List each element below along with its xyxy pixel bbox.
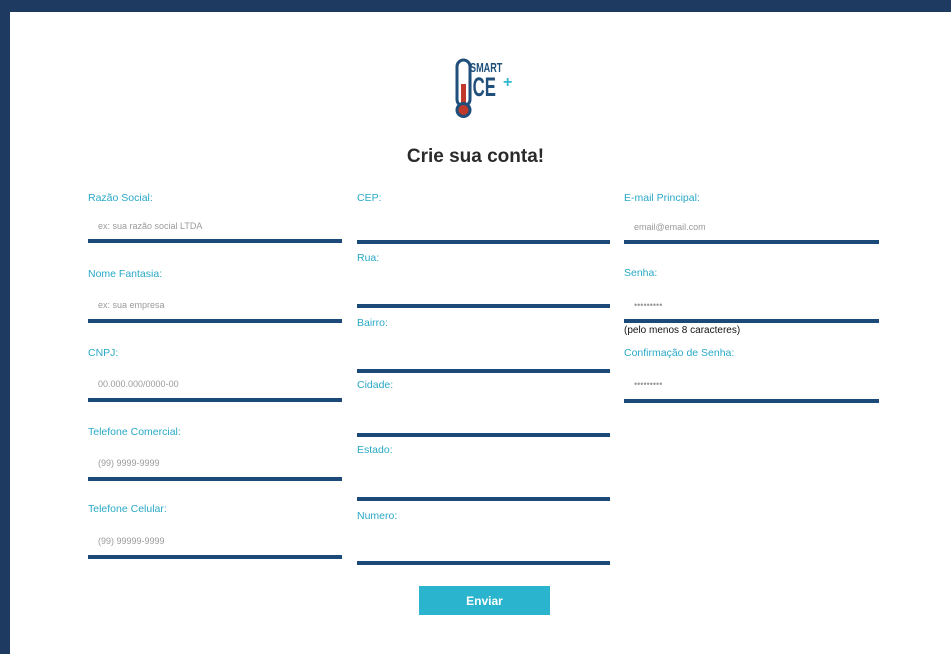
razao-social-label: Razão Social: <box>88 192 153 204</box>
cidade-input[interactable] <box>357 400 610 437</box>
nome-fantasia-label: Nome Fantasia: <box>88 268 163 280</box>
senha-input[interactable] <box>624 290 879 323</box>
rua-input[interactable] <box>357 273 610 308</box>
estado-field: Estado: <box>357 443 610 501</box>
telefone-celular-label: Telefone Celular: <box>88 503 167 515</box>
cep-label: CEP: <box>357 192 382 204</box>
bairro-input[interactable] <box>357 338 610 373</box>
cep-field: CEP: <box>357 191 610 244</box>
estado-label: Estado: <box>357 444 393 456</box>
senha-field: Senha: <box>624 266 879 323</box>
rua-field: Rua: <box>357 251 610 308</box>
cidade-field: Cidade: <box>357 378 610 437</box>
page-title: Crie sua conta! <box>406 146 545 167</box>
senha-label: Senha: <box>624 267 658 279</box>
email-input[interactable] <box>624 213 879 244</box>
confirmacao-senha-field: Confirmação de Senha: <box>624 346 879 403</box>
telefone-celular-input[interactable] <box>88 526 342 559</box>
cnpj-label: CNPJ: <box>88 347 119 359</box>
telefone-celular-field: Telefone Celular: <box>88 502 342 559</box>
password-hint: (pelo menos 8 caracteres) <box>624 325 741 336</box>
nome-fantasia-input[interactable] <box>88 291 342 323</box>
numero-label: Numero: <box>357 510 398 522</box>
cep-input[interactable] <box>357 213 610 244</box>
razao-social-input[interactable] <box>88 213 342 243</box>
bairro-label: Bairro: <box>357 317 388 329</box>
email-field: E-mail Principal: <box>624 191 879 244</box>
brand-plus: + <box>503 74 513 91</box>
rua-label: Rua: <box>357 252 380 264</box>
telefone-comercial-field: Telefone Comercial: <box>88 425 342 481</box>
razao-social-field: Razão Social: <box>88 191 342 243</box>
cnpj-field: CNPJ: <box>88 346 342 402</box>
telefone-comercial-label: Telefone Comercial: <box>88 426 181 438</box>
confirmacao-senha-input[interactable] <box>624 368 879 403</box>
bairro-field: Bairro: <box>357 316 610 373</box>
confirmacao-senha-label: Confirmação de Senha: <box>624 347 735 359</box>
cnpj-input[interactable] <box>88 370 342 402</box>
numero-input[interactable] <box>357 531 610 565</box>
nome-fantasia-field: Nome Fantasia: <box>88 267 342 323</box>
email-label: E-mail Principal: <box>624 192 700 204</box>
telefone-comercial-input[interactable] <box>88 449 342 481</box>
submit-button[interactable]: Enviar <box>419 586 550 615</box>
estado-input[interactable] <box>357 465 610 501</box>
numero-field: Numero: <box>357 509 610 565</box>
cidade-label: Cidade: <box>357 379 394 391</box>
brand-line-2: ICE <box>468 72 496 102</box>
